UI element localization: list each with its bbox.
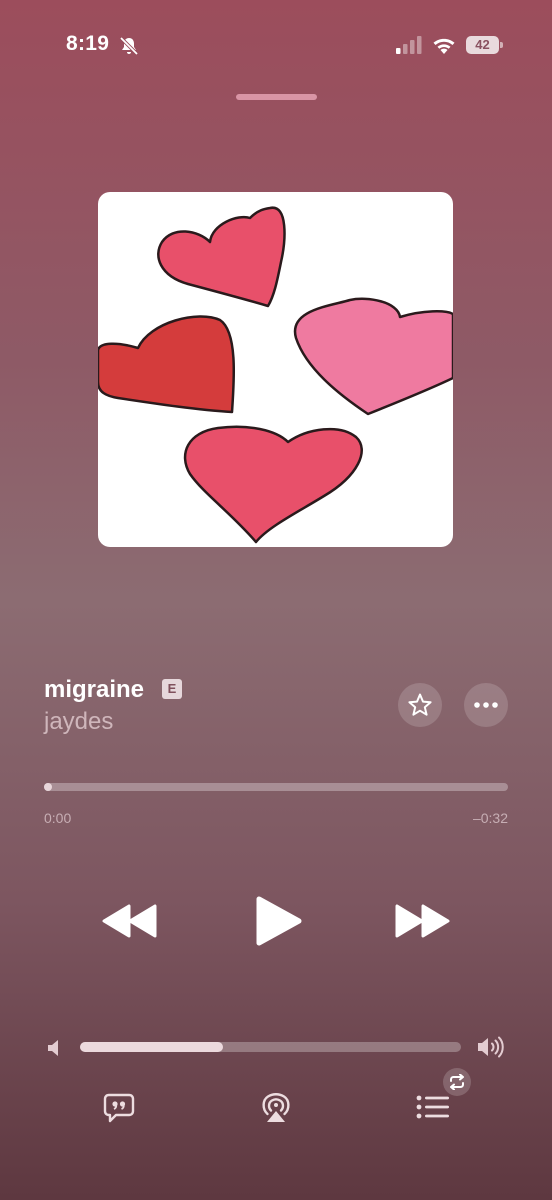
backward-icon bbox=[102, 904, 157, 938]
repeat-badge[interactable] bbox=[443, 1068, 471, 1096]
favorite-button[interactable] bbox=[398, 683, 442, 727]
queue-list-icon bbox=[416, 1095, 449, 1119]
more-options-button[interactable] bbox=[464, 683, 508, 727]
forward-icon bbox=[395, 904, 450, 938]
airplay-icon bbox=[262, 1093, 290, 1122]
battery-icon: 42 bbox=[466, 36, 504, 54]
playback-progress-bar[interactable] bbox=[44, 783, 508, 791]
star-icon bbox=[408, 693, 432, 716]
sheet-grabber[interactable] bbox=[236, 94, 317, 100]
bell-slash-icon bbox=[119, 36, 139, 56]
cellular-signal-icon bbox=[396, 36, 422, 54]
ellipsis-icon bbox=[474, 702, 498, 708]
repeat-icon bbox=[450, 1074, 464, 1090]
lyrics-button[interactable] bbox=[103, 1093, 135, 1123]
speaker-low-icon bbox=[48, 1040, 58, 1056]
volume-slider[interactable] bbox=[80, 1042, 461, 1052]
explicit-badge: E bbox=[162, 679, 182, 699]
battery-level: 42 bbox=[466, 36, 499, 54]
remaining-time: –0:32 bbox=[472, 810, 508, 826]
fast-forward-button[interactable] bbox=[394, 903, 452, 939]
playback-progress-fill bbox=[44, 783, 52, 791]
queue-button[interactable] bbox=[415, 1094, 451, 1120]
speaker-high-icon bbox=[478, 1036, 504, 1058]
lyrics-quote-icon bbox=[103, 1093, 135, 1123]
track-title: migraine bbox=[44, 676, 145, 703]
airplay-button[interactable] bbox=[259, 1092, 293, 1124]
rewind-button[interactable] bbox=[100, 903, 158, 939]
play-button[interactable] bbox=[255, 895, 303, 947]
status-time: 8:19 bbox=[66, 32, 110, 55]
play-icon bbox=[256, 896, 302, 946]
wifi-icon bbox=[433, 38, 455, 54]
artist-name[interactable]: jaydes bbox=[44, 708, 113, 736]
volume-slider-fill bbox=[80, 1042, 223, 1052]
album-artwork bbox=[98, 192, 453, 547]
elapsed-time: 0:00 bbox=[44, 810, 72, 826]
